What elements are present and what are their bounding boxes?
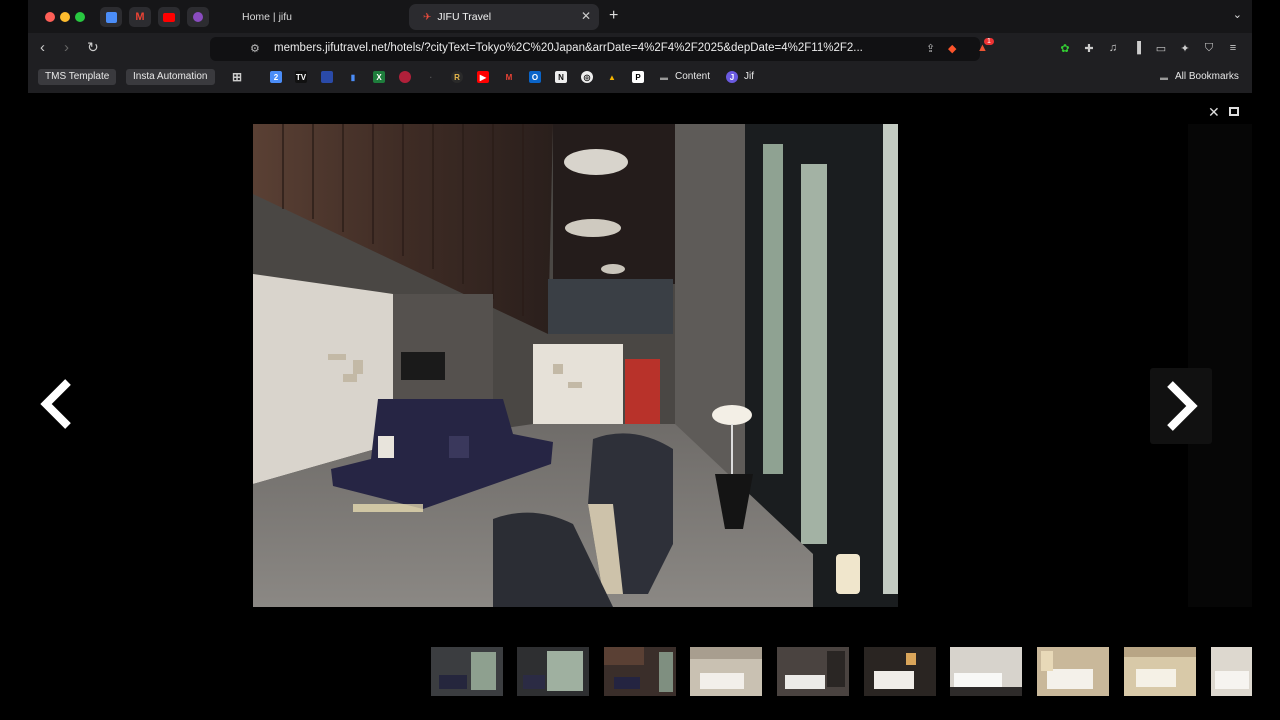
- photo-thumbnail[interactable]: [431, 647, 503, 696]
- address-bar[interactable]: ⚙ members.jifutravel.net/hotels/?cityTex…: [210, 37, 994, 61]
- main-photo: [253, 124, 898, 607]
- close-icon[interactable]: ✕: [1208, 104, 1220, 121]
- tab-jifu-travel[interactable]: ✈ JIFU Travel ✕: [409, 4, 599, 30]
- bookmark-red-icon[interactable]: [399, 71, 411, 83]
- bookmark-chart-icon[interactable]: ▮: [347, 71, 359, 83]
- jifu-favicon-icon: ✈: [423, 11, 432, 23]
- photo-thumbnail[interactable]: [1211, 647, 1252, 696]
- pinned-tab-calendar[interactable]: [100, 7, 122, 27]
- bookmark-notion-icon[interactable]: N: [555, 71, 567, 83]
- photo-thumbnail[interactable]: [864, 647, 936, 696]
- photo-thumbnail[interactable]: [1037, 647, 1109, 696]
- bookmarks-bar: TMS Template Insta Automation ⊞ 2 TV ▮ X…: [28, 65, 1252, 91]
- tab-label: Home | jifu: [242, 11, 292, 23]
- folder-icon: ▬: [1160, 72, 1168, 82]
- pinned-tab-gmail[interactable]: M: [129, 7, 151, 27]
- thumbnail-image: [777, 647, 849, 696]
- chevron-right-icon: [1167, 381, 1198, 431]
- extension-green-icon[interactable]: ✿: [1058, 41, 1072, 55]
- bookmark-calendar-icon[interactable]: 2: [270, 71, 282, 83]
- all-bookmarks[interactable]: All Bookmarks: [1175, 71, 1239, 82]
- bookmark-dark-icon[interactable]: ·: [425, 71, 437, 83]
- bookmark-r-icon[interactable]: R: [451, 71, 463, 83]
- pinned-tab-extension[interactable]: [187, 7, 209, 27]
- bookmark-jif-icon: J: [726, 71, 738, 83]
- sidebar-icon[interactable]: ▐: [1130, 41, 1144, 55]
- tab-home-jifu[interactable]: Home | jifu: [228, 4, 408, 30]
- browser-window: M Home | jifu ✈ JIFU Travel ✕ + ⌄ ‹ › ↻ …: [28, 0, 1252, 93]
- bookmark-excel-icon[interactable]: X: [373, 71, 385, 83]
- back-button[interactable]: ‹: [40, 39, 45, 56]
- thumbnail-image: [517, 647, 589, 696]
- brave-shield-icon[interactable]: ◆: [948, 42, 956, 55]
- chevron-down-icon[interactable]: ⌄: [1233, 8, 1242, 21]
- menu-icon[interactable]: ≡: [1226, 41, 1240, 55]
- tab-label: JIFU Travel: [437, 11, 492, 23]
- extension-icon: [193, 12, 203, 22]
- media-music-icon[interactable]: ♫: [1106, 41, 1120, 55]
- youtube-icon: [163, 12, 175, 22]
- close-window-button[interactable]: [45, 12, 55, 22]
- photo-thumbnail[interactable]: [777, 647, 849, 696]
- next-photo-preview: [1188, 124, 1252, 607]
- photo-thumbnail[interactable]: [604, 647, 676, 696]
- bookmark-outlook-icon[interactable]: O: [529, 71, 541, 83]
- gmail-icon: M: [135, 11, 145, 23]
- minimize-window-button[interactable]: [60, 12, 70, 22]
- forward-button[interactable]: ›: [64, 39, 69, 56]
- reload-button[interactable]: ↻: [87, 39, 99, 56]
- previous-photo-button[interactable]: [38, 378, 74, 440]
- thumbnail-image: [864, 647, 936, 696]
- photo-thumbnail[interactable]: [517, 647, 589, 696]
- new-tab-button[interactable]: +: [609, 7, 618, 25]
- thumbnail-image: [1037, 647, 1109, 696]
- extensions-puzzle-icon[interactable]: ✚: [1082, 41, 1096, 55]
- browser-toolbar: ‹ › ↻ ▯ ⚙ members.jifutravel.net/hotels/…: [28, 33, 1252, 65]
- site-settings-icon[interactable]: ⚙: [250, 42, 260, 55]
- bookmark-insta-automation[interactable]: Insta Automation: [126, 69, 215, 85]
- bookmark-drive-icon[interactable]: ▲: [606, 71, 618, 83]
- fullscreen-icon[interactable]: [1229, 107, 1239, 116]
- maximize-window-button[interactable]: [75, 12, 85, 22]
- thumbnail-image: [950, 647, 1022, 696]
- thumbnail-image: [431, 647, 503, 696]
- chevron-left-icon: [40, 379, 71, 429]
- folder-icon: ▬: [660, 72, 668, 82]
- bookmark-p-icon[interactable]: P: [632, 71, 644, 83]
- thumbnail-image: [1124, 647, 1196, 696]
- photo-thumbnail[interactable]: [1124, 647, 1196, 696]
- photo-thumbnail[interactable]: [690, 647, 762, 696]
- bookmark-blue-icon[interactable]: [321, 71, 333, 83]
- vpn-shield-icon[interactable]: ⛉: [1202, 41, 1216, 55]
- notification-badge: 1: [984, 38, 994, 45]
- wallet-icon[interactable]: ▭: [1154, 41, 1168, 55]
- thumbnail-image: [1211, 647, 1252, 696]
- thumbnail-image: [690, 647, 762, 696]
- bookmark-youtube-icon[interactable]: ▶: [477, 71, 489, 83]
- calendar-icon: [105, 11, 117, 23]
- url-text[interactable]: members.jifutravel.net/hotels/?cityText=…: [274, 42, 894, 54]
- bookmark-openai-icon[interactable]: ◎: [581, 71, 593, 83]
- bookmark-gmail-icon[interactable]: M: [503, 71, 515, 83]
- close-icon[interactable]: ✕: [581, 9, 591, 23]
- apps-grid-icon[interactable]: ⊞: [231, 70, 243, 84]
- bookmark-jif[interactable]: Jif: [744, 71, 754, 82]
- next-photo-button[interactable]: [1150, 368, 1212, 444]
- tab-bar: M Home | jifu ✈ JIFU Travel ✕ + ⌄: [28, 0, 1252, 33]
- photo-thumbnail[interactable]: [950, 647, 1022, 696]
- hotel-lobby-image: [253, 124, 898, 607]
- leo-ai-icon[interactable]: ✦: [1178, 41, 1192, 55]
- bookmark-tms-template[interactable]: TMS Template: [38, 69, 117, 85]
- bookmark-folder-content[interactable]: Content: [675, 71, 710, 82]
- pinned-tab-youtube[interactable]: [158, 7, 180, 27]
- thumbnail-image: [604, 647, 676, 696]
- share-icon[interactable]: ⇪: [926, 42, 935, 55]
- bookmark-tradingview-icon[interactable]: TV: [295, 71, 307, 83]
